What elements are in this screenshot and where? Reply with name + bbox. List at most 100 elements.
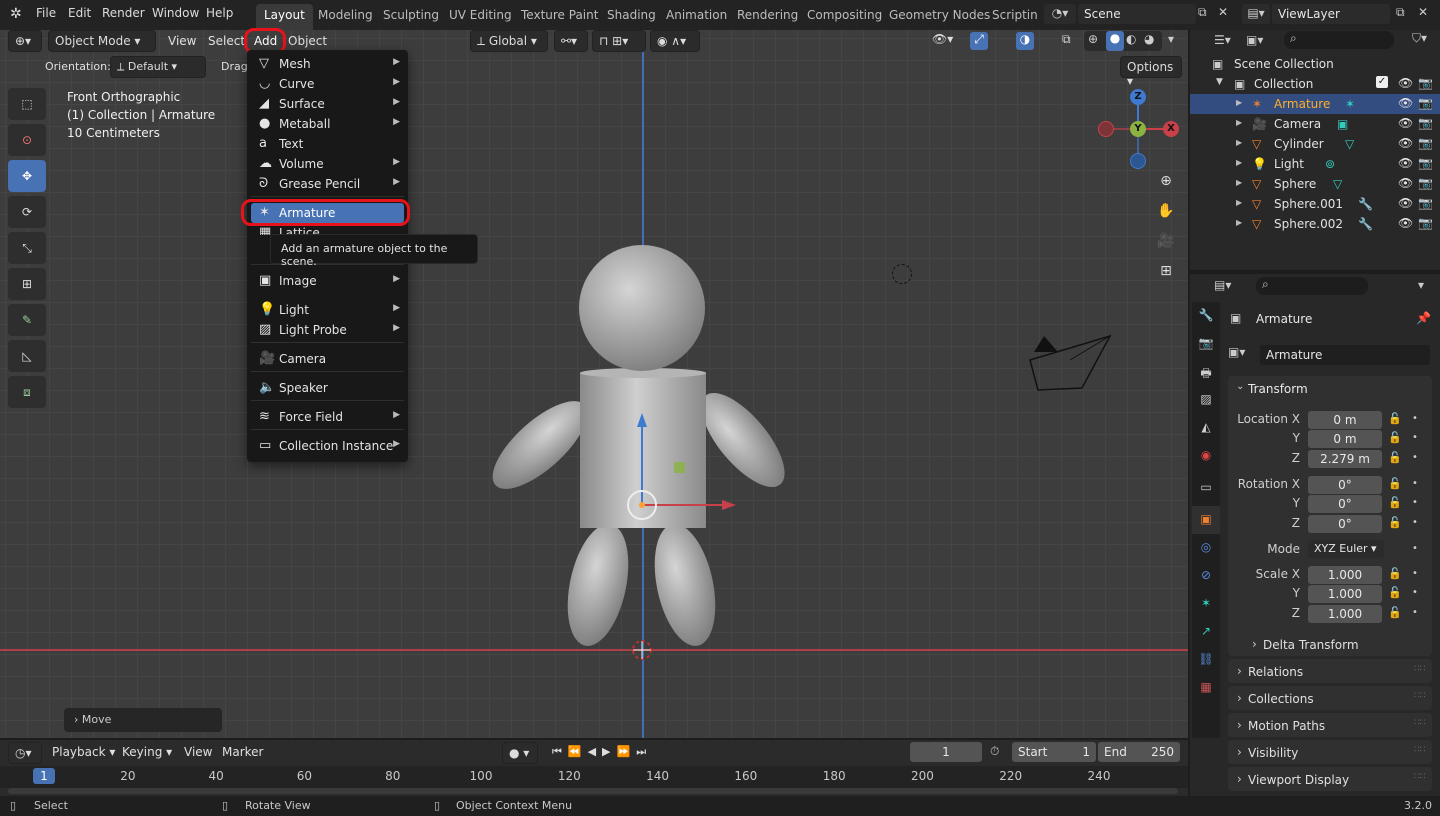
bone-tab-icon[interactable]: ↗ bbox=[1192, 618, 1220, 646]
add-menu-item-speaker[interactable]: 🔈 Speaker bbox=[251, 378, 404, 398]
menu-view[interactable]: View bbox=[168, 34, 196, 48]
lock-icon[interactable]: 🔓 bbox=[1388, 586, 1402, 599]
orientation-dropdown[interactable]: ⟂ Default ▾ bbox=[110, 56, 206, 78]
visibility-eye-icon[interactable]: 👁 bbox=[1398, 116, 1413, 130]
tab-layout[interactable]: Layout bbox=[256, 4, 313, 30]
timeline-menu-view[interactable]: View bbox=[184, 745, 212, 759]
section-viewport-display[interactable]: › Viewport Display ∷∷ bbox=[1228, 767, 1432, 791]
location-x-field[interactable]: 0 m bbox=[1308, 411, 1382, 429]
timeline-editor-type-icon[interactable]: ◷▾ bbox=[8, 742, 42, 764]
camera-object[interactable] bbox=[1020, 330, 1120, 400]
properties-search-input[interactable]: ⌕ bbox=[1256, 277, 1368, 295]
bone-constraints-tab-icon[interactable]: ⛓ bbox=[1192, 646, 1220, 674]
rendered-shading-icon[interactable]: ◕ bbox=[1144, 32, 1154, 46]
timeline-menu-marker[interactable]: Marker bbox=[222, 745, 263, 759]
render-camera-icon[interactable]: 📷 bbox=[1418, 116, 1433, 130]
scene-field[interactable]: Scene bbox=[1078, 4, 1196, 24]
pin-icon[interactable]: 📌 bbox=[1416, 311, 1431, 325]
render-camera-icon[interactable]: 📷 bbox=[1418, 216, 1433, 230]
ortho-grid-icon[interactable]: ⊞ bbox=[1154, 263, 1178, 293]
wireframe-shading-icon[interactable]: ⊕ bbox=[1088, 32, 1098, 46]
tab-sculpting[interactable]: Sculpting bbox=[383, 8, 439, 22]
add-menu-item-force-field[interactable]: ≋ Force Field ▶ bbox=[251, 407, 404, 427]
outliner-item-armature[interactable]: ▶ ✶ Armature ✶ 👁 📷 bbox=[1190, 94, 1440, 114]
object-browse-icon[interactable]: ▣▾ bbox=[1228, 345, 1245, 359]
tab-rendering[interactable]: Rendering bbox=[737, 8, 798, 22]
tab-modeling[interactable]: Modeling bbox=[318, 8, 373, 22]
new-view-layer-icon[interactable]: ⧉ bbox=[1396, 5, 1405, 20]
material-shading-icon[interactable]: ◐ bbox=[1126, 32, 1136, 46]
world-tab-icon[interactable]: ◉ bbox=[1192, 442, 1220, 470]
expand-arrow-icon[interactable]: ▶ bbox=[1236, 118, 1242, 127]
end-frame-field[interactable]: End 250 bbox=[1098, 742, 1180, 762]
measure-tool-icon[interactable]: ◺ bbox=[8, 340, 46, 372]
add-menu-item-mesh[interactable]: ▽ Mesh ▶ bbox=[251, 54, 404, 74]
scale-z-field[interactable]: 1.000 bbox=[1308, 605, 1382, 623]
output-tab-icon[interactable]: 🖶 bbox=[1192, 358, 1220, 386]
tab-shading[interactable]: Shading bbox=[607, 8, 656, 22]
auto-keying-icon[interactable]: ● ▾ bbox=[502, 742, 538, 764]
menu-select[interactable]: Select bbox=[208, 34, 245, 48]
section-motion-paths[interactable]: › Motion Paths ∷∷ bbox=[1228, 713, 1432, 737]
shading-options-icon[interactable]: ▾ bbox=[1168, 32, 1174, 46]
visibility-eye-icon[interactable]: 👁 bbox=[1398, 216, 1413, 230]
rotation-z-field[interactable]: 0° bbox=[1308, 515, 1382, 533]
timeline-menu-keying[interactable]: Keying ▾ bbox=[122, 745, 172, 759]
options-button[interactable]: Options ▾ bbox=[1120, 56, 1182, 88]
scale-tool-icon[interactable]: ⤡ bbox=[8, 232, 46, 264]
object-data-icon[interactable]: ▽ bbox=[1333, 177, 1342, 191]
sphere-head-mesh[interactable] bbox=[579, 245, 705, 371]
gizmo-z-icon[interactable]: Z bbox=[1130, 89, 1146, 105]
menu-render[interactable]: Render bbox=[102, 6, 145, 20]
expand-arrow-icon[interactable]: ▶ bbox=[1236, 138, 1242, 147]
section-relations[interactable]: › Relations ∷∷ bbox=[1228, 659, 1432, 683]
physics-tab-icon[interactable]: ◎ bbox=[1192, 534, 1220, 562]
collection-row[interactable]: ▼ ▣ Collection ✓ 👁 📷 bbox=[1190, 74, 1440, 94]
scene-icon[interactable]: ◔▾ bbox=[1044, 4, 1076, 24]
scene-collection-row[interactable]: ▣ Scene Collection bbox=[1190, 54, 1440, 74]
delete-scene-icon[interactable]: ✕ bbox=[1218, 5, 1228, 19]
add-menu-item-surface[interactable]: ◢ Surface ▶ bbox=[251, 94, 404, 114]
view-layer-icon[interactable]: ▤▾ bbox=[1242, 4, 1270, 24]
render-camera-icon[interactable]: 📷 bbox=[1418, 196, 1433, 210]
solid-shading-icon[interactable]: ● bbox=[1106, 31, 1124, 51]
mode-dropdown[interactable]: Object Mode ▾ bbox=[48, 30, 156, 52]
current-frame-field[interactable]: 1 bbox=[910, 742, 982, 762]
object-data-icon[interactable]: 🔧 bbox=[1358, 197, 1373, 211]
transform-tool-icon[interactable]: ⊞ bbox=[8, 268, 46, 300]
add-menu-item-volume[interactable]: ☁ Volume ▶ bbox=[251, 154, 404, 174]
collection-checkbox[interactable]: ✓ bbox=[1376, 76, 1388, 88]
render-camera-icon[interactable]: 📷 bbox=[1418, 96, 1433, 110]
location-y-field[interactable]: 0 m bbox=[1308, 430, 1382, 448]
outliner-editor-type-icon[interactable]: ☰▾ bbox=[1214, 33, 1231, 47]
lock-icon[interactable]: 🔓 bbox=[1388, 477, 1402, 490]
tab-texture-paint[interactable]: Texture Paint bbox=[521, 8, 598, 22]
view-layer-field[interactable]: ViewLayer bbox=[1272, 4, 1390, 24]
location-z-field[interactable]: 2.279 m bbox=[1308, 450, 1382, 468]
menu-help[interactable]: Help bbox=[206, 6, 233, 20]
texture-tab-icon[interactable]: ▦ bbox=[1192, 674, 1220, 702]
playhead[interactable]: 1 bbox=[33, 768, 55, 784]
preview-range-icon[interactable]: ⏱ bbox=[990, 744, 999, 759]
lock-icon[interactable]: 🔓 bbox=[1388, 496, 1402, 509]
transform-gizmo[interactable] bbox=[620, 405, 750, 665]
section-collections[interactable]: › Collections ∷∷ bbox=[1228, 686, 1432, 710]
object-data-icon[interactable]: ▽ bbox=[1345, 137, 1354, 151]
add-menu-item-collection-instance[interactable]: ▭ Collection Instance ▶ bbox=[251, 436, 404, 456]
object-data-icon[interactable]: ⊚ bbox=[1325, 157, 1335, 171]
timeline-scrollbar[interactable] bbox=[8, 788, 1178, 794]
chevron-down-icon[interactable]: ⌄ bbox=[1236, 381, 1244, 392]
gizmo-y-icon[interactable]: Y bbox=[1130, 121, 1146, 137]
drag-handle-icon[interactable]: ∷∷ bbox=[1414, 691, 1425, 701]
tool-tab-icon[interactable]: 🔧 bbox=[1192, 302, 1220, 330]
navigation-gizmo[interactable]: Z X Y bbox=[1096, 88, 1182, 174]
tab-scripting[interactable]: Scripting bbox=[992, 8, 1038, 22]
add-menu-item-light-probe[interactable]: ▨ Light Probe ▶ bbox=[251, 320, 404, 340]
add-cube-tool-icon[interactable]: ⧈ bbox=[8, 376, 46, 408]
view-layer-tab-icon[interactable]: ▨ bbox=[1192, 386, 1220, 414]
timeline-menu-playback[interactable]: Playback ▾ bbox=[52, 745, 115, 759]
drag-handle-icon[interactable]: ∷∷ bbox=[1414, 718, 1425, 728]
outliner-item-light[interactable]: ▶ 💡 Light ⊚ 👁 📷 bbox=[1190, 154, 1440, 174]
transform-title[interactable]: Transform bbox=[1248, 382, 1308, 396]
filter-icon[interactable]: ⛉▾ bbox=[1412, 31, 1427, 46]
